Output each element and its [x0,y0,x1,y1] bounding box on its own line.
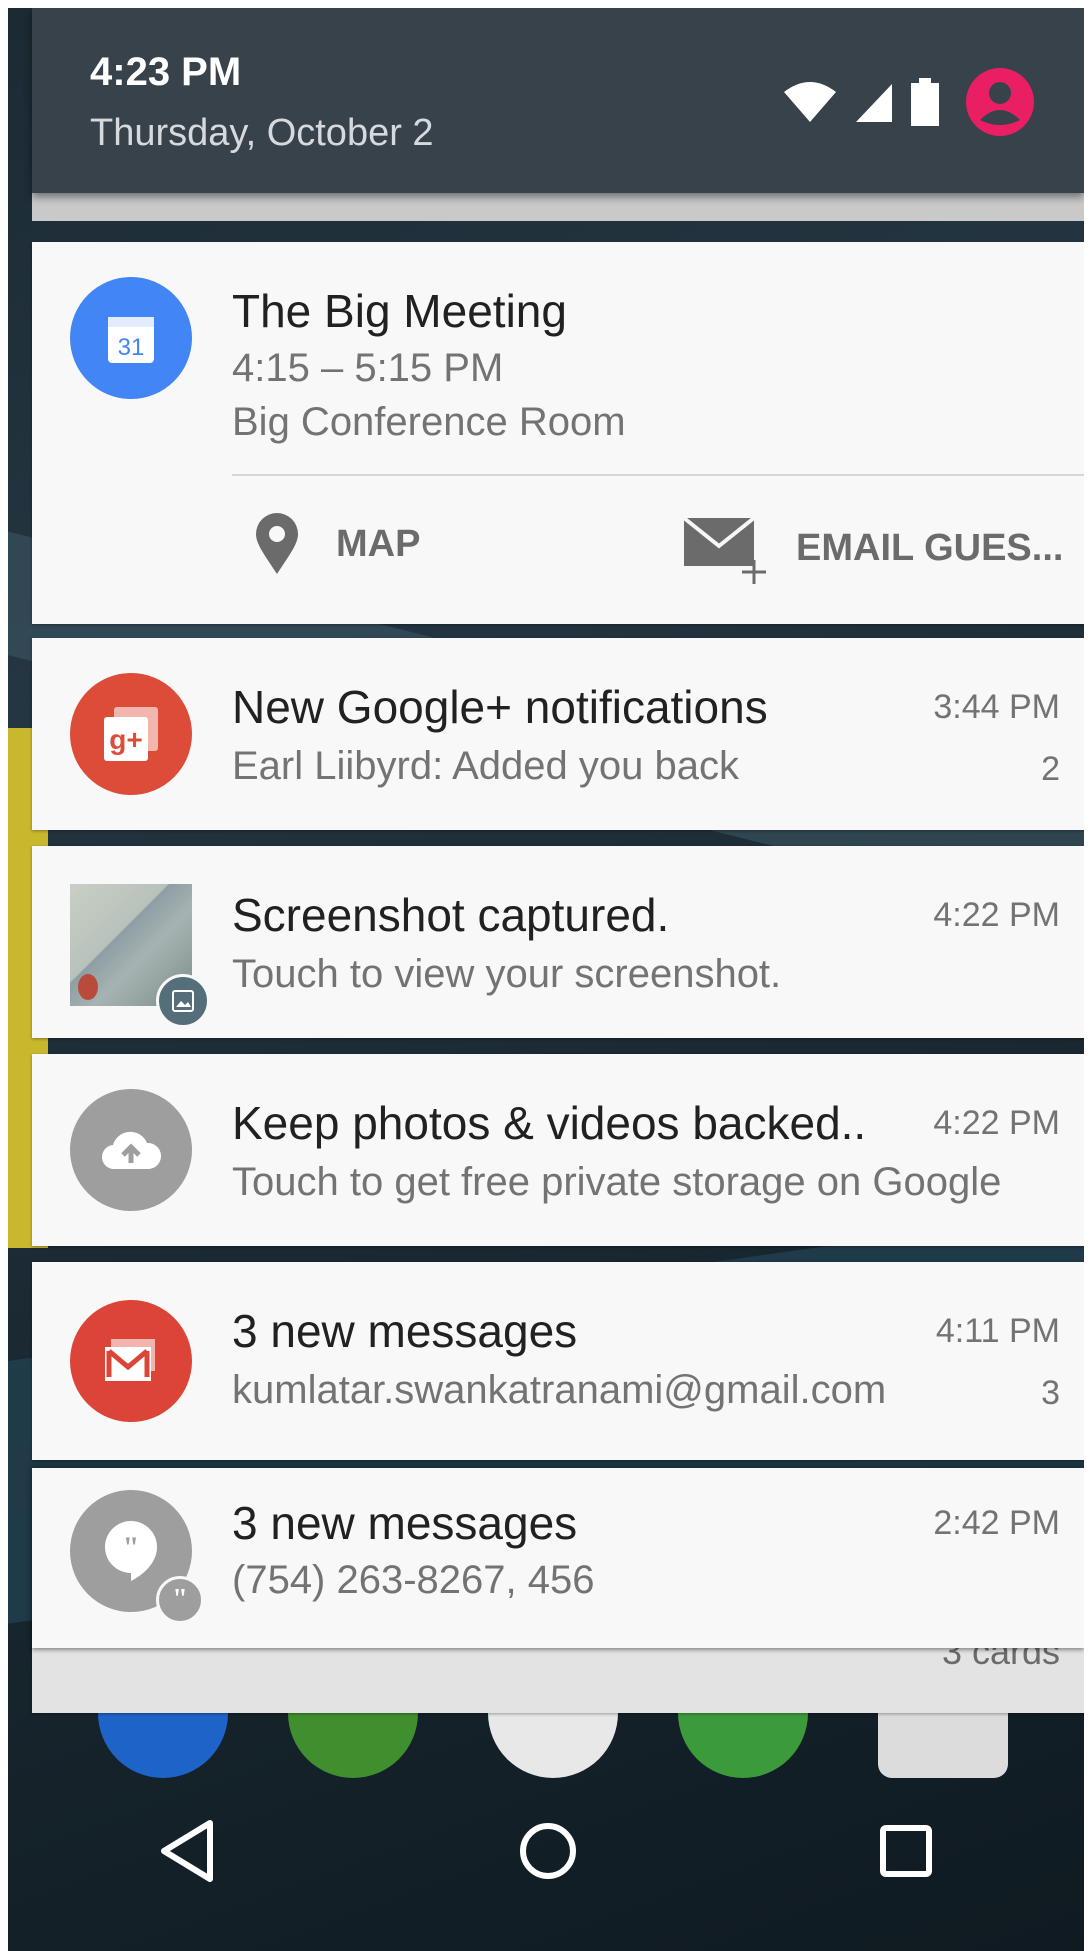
svg-text:g+: g+ [109,724,142,755]
calendar-icon: 31 [70,277,192,399]
image-badge-icon [156,974,210,1028]
map-pin-icon [256,513,298,574]
divider [232,474,1084,476]
status-icons [782,68,1034,136]
notification-subtitle: Earl Liibyrd: Added you back [232,744,739,788]
notification-title: 3 new messages [232,1497,578,1549]
event-time: 4:15 – 5:15 PM [232,346,504,390]
notification-header: 4:23 PM Thursday, October 2 [32,8,1084,193]
wifi-icon [784,82,836,122]
event-location: Big Conference Room [232,400,626,444]
battery-icon [911,78,939,126]
cloud-upload-icon [70,1089,192,1211]
navigation-bar [8,1751,1084,1951]
notification-count: 3 [1041,1374,1060,1412]
notification-calendar[interactable]: 31 The Big Meeting 4:15 – 5:15 PM Big Co… [32,242,1084,624]
email-guests-action-button[interactable]: EMAIL GUES... [682,512,1063,584]
back-icon[interactable] [158,1819,218,1883]
notification-time: 4:22 PM [933,1104,1060,1142]
map-action-button[interactable]: MAP [254,512,420,576]
email-guests-action-label: EMAIL GUES... [796,526,1064,569]
notification-subtitle: kumlatar.swankatranami@gmail.com [232,1368,887,1412]
notification-time: 4:11 PM [935,1312,1060,1350]
notification-hangouts[interactable]: " " 3 new messages (754) 263-8267, 456 2… [32,1468,1084,1648]
notification-screenshot[interactable]: Screenshot captured. Touch to view your … [32,846,1084,1038]
notification-title: The Big Meeting [232,285,567,337]
email-add-icon [682,516,766,584]
notification-google-plus[interactable]: g+ New Google+ notifications Earl Liibyr… [32,638,1084,830]
hangouts-badge-icon: " [156,1576,204,1624]
map-action-label: MAP [336,522,421,565]
notification-photos-backup[interactable]: Keep photos & videos backed.. Touch to g… [32,1054,1084,1246]
notification-title: Keep photos & videos backed.. [232,1097,867,1149]
phone-screen: 4:23 PM Thursday, October 2 31 The Big M… [8,8,1084,1951]
notification-count: 2 [1041,750,1060,788]
notification-subtitle: (754) 263-8267, 456 [232,1558,595,1602]
signal-icon [856,84,892,122]
clock-time: 4:23 PM [90,50,242,94]
notification-time: 2:42 PM [933,1504,1060,1542]
notification-title: 3 new messages [232,1305,578,1357]
google-plus-icon: g+ [70,673,192,795]
notification-time: 3:44 PM [933,688,1060,726]
home-icon[interactable] [518,1821,578,1881]
user-avatar-icon[interactable] [966,68,1034,136]
recents-icon[interactable] [878,1823,934,1879]
notification-time: 4:22 PM [933,896,1060,934]
svg-text:": " [123,1531,140,1564]
notification-title: Screenshot captured. [232,889,670,941]
gmail-icon [70,1300,192,1422]
notification-title: New Google+ notifications [232,681,768,733]
notification-subtitle: Touch to view your screenshot. [232,952,782,996]
notification-gmail[interactable]: 3 new messages kumlatar.swankatranami@gm… [32,1262,1084,1460]
calendar-day: 31 [118,334,145,361]
date-label[interactable]: Thursday, October 2 [90,112,434,155]
header-shadow-strip [32,193,1084,221]
notification-subtitle: Touch to get free private storage on Goo… [232,1160,1002,1204]
